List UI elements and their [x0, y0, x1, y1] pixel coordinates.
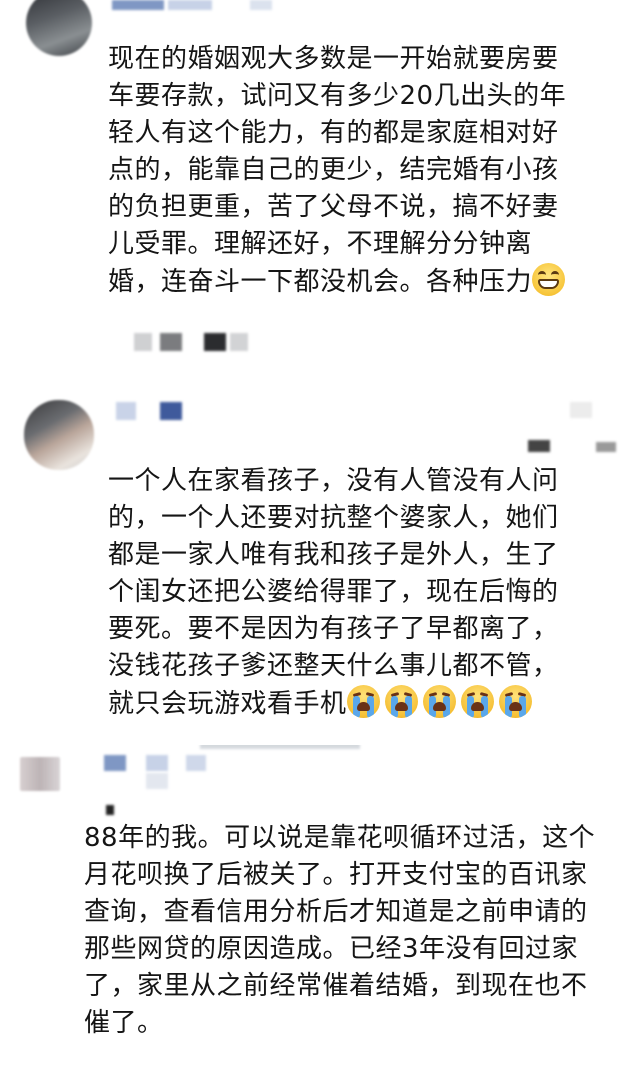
username-mosaic	[146, 773, 168, 789]
comment-text: 88年的我。可以说是靠花呗循环过活，这个 月花呗换了后被关了。打开支付宝的百讯家…	[84, 823, 596, 1038]
reply-meta-mosaic	[106, 805, 114, 815]
reply-meta-mosaic	[528, 440, 550, 452]
comment-text: 一个人在家看孩子，没有人管没有人问 的，一个人还要对抗整个婆家人，她们 都是一家…	[108, 463, 628, 723]
crying-emoji	[422, 685, 456, 718]
reply-meta-mosaic	[200, 745, 360, 749]
crying-emoji	[460, 685, 494, 718]
username-mosaic	[186, 755, 206, 771]
comment-card-2: 一个人在家看孩子，没有人管没有人问 的，一个人还要对抗整个婆家人，她们 都是一家…	[0, 380, 640, 756]
comment-card-3: 88年的我。可以说是靠花呗循环过活，这个 月花呗换了后被关了。打开支付宝的百讯家…	[0, 745, 640, 1066]
username-mosaic[interactable]	[104, 755, 126, 771]
comment-text-content: 现在的婚姻观大多数是一开始就要房要 车要存款，试问又有多少20几出头的年 轻人有…	[108, 44, 567, 297]
username-mosaic	[250, 0, 272, 10]
comment-card-1: 现在的婚姻观大多数是一开始就要房要 车要存款，试问又有多少20几出头的年 轻人有…	[0, 0, 640, 372]
reply-meta-mosaic	[596, 442, 616, 452]
reply-meta-mosaic	[570, 402, 592, 418]
username-mosaic[interactable]	[112, 0, 164, 10]
reply-meta-mosaic	[230, 333, 248, 351]
reply-meta-mosaic	[160, 333, 182, 351]
comment-text-content: 一个人在家看孩子，没有人管没有人问 的，一个人还要对抗整个婆家人，她们 都是一家…	[108, 466, 559, 719]
crying-emoji	[498, 685, 532, 718]
reply-meta-mosaic	[204, 333, 226, 351]
username-mosaic	[160, 402, 182, 420]
grin-emoji	[532, 263, 566, 296]
crying-emoji	[384, 685, 418, 718]
crying-emoji	[346, 685, 380, 718]
avatar[interactable]	[20, 757, 60, 791]
reply-meta-mosaic	[134, 333, 152, 351]
comment-text: 现在的婚姻观大多数是一开始就要房要 车要存款，试问又有多少20几出头的年 轻人有…	[108, 41, 628, 301]
username-mosaic[interactable]	[116, 402, 136, 420]
avatar[interactable]	[26, 0, 92, 56]
avatar[interactable]	[24, 400, 94, 470]
username-mosaic	[146, 755, 168, 771]
username-mosaic	[168, 0, 212, 10]
